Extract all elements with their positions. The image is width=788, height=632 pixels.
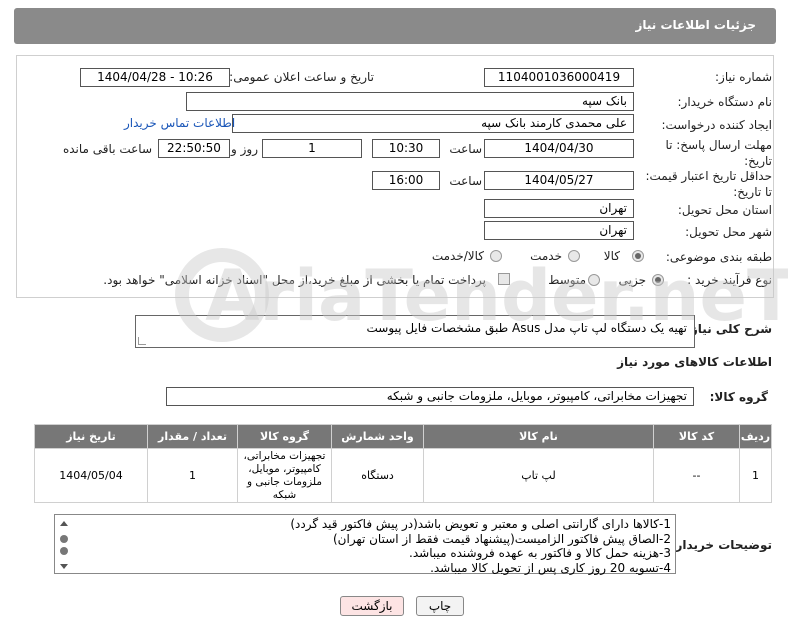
page-title: جزئیات اطلاعات نیاز (635, 18, 756, 32)
treasury-payment-checkbox[interactable] (498, 273, 510, 285)
col-code: کد کالا (653, 424, 740, 449)
announce-label: تاریخ و ساعت اعلان عمومی: (229, 70, 374, 84)
cell-date: 1404/05/04 (34, 448, 148, 503)
col-row: ردیف (739, 424, 772, 449)
creator-label: ایجاد کننده درخواست: (661, 118, 772, 132)
notes-scrollbar[interactable] (57, 517, 71, 573)
deadline-time-field[interactable]: 10:30 (372, 139, 440, 158)
need-number-label: شماره نیاز: (715, 70, 772, 84)
scroll-thumb-icon (60, 547, 68, 555)
cell-row: 1 (739, 448, 772, 503)
category-radio-goods-service[interactable] (490, 250, 502, 262)
table-header-row: ردیف کد کالا نام کالا واحد شمارش گروه کا… (34, 424, 772, 449)
buyer-org-label: نام دستگاه خریدار: (677, 95, 773, 109)
category-option-goods-service: کالا/خدمت (431, 249, 484, 263)
col-date: تاریخ نیاز (34, 424, 148, 449)
notes-line: 1-کالاها دارای گارانتی اصلی و معتبر و تع… (290, 517, 671, 531)
price-validity-label: حداقل تاریخ اعتبار قیمت: تا تاریخ: (645, 169, 772, 199)
col-quantity: تعداد / مقدار (147, 424, 238, 449)
days-label: روز و (231, 142, 258, 156)
notes-line: 2-الصاق پیش فاکتور الزامیست(پیشنهاد قیمت… (332, 531, 671, 546)
days-field[interactable]: 1 (262, 139, 362, 158)
goods-group-field[interactable]: تجهیزات مخابراتی، کامپیوتر، موبایل، ملزو… (166, 387, 694, 406)
description-label: شرح کلی نیاز: (686, 322, 772, 336)
table-row[interactable]: 1 -- لپ تاپ دستگاه تجهیزات مخابراتی، کام… (34, 448, 772, 503)
col-unit: واحد شمارش (331, 424, 424, 449)
category-radio-goods[interactable] (632, 250, 644, 262)
items-table: ردیف کد کالا نام کالا واحد شمارش گروه کا… (34, 424, 772, 503)
category-radio-service[interactable] (568, 250, 580, 262)
deadline-time-label: ساعت (449, 142, 482, 156)
back-button[interactable]: بازگشت (340, 596, 404, 616)
notes-line: 3-هزینه حمل کالا و فاکتور به عهده فروشند… (409, 546, 671, 560)
cell-quantity: 1 (147, 448, 238, 503)
province-field[interactable]: تهران (484, 199, 634, 218)
col-name: نام کالا (423, 424, 654, 449)
announce-field[interactable]: 1404/04/28 - 10:26 (80, 68, 230, 87)
category-option-goods: کالا (603, 249, 620, 263)
city-label: شهر محل تحویل: (685, 225, 772, 239)
scroll-down-icon (60, 564, 68, 569)
price-date-field[interactable]: 1404/05/27 (484, 171, 634, 190)
description-textarea[interactable]: تهیه یک دستگاه لپ تاپ مدل Asus طبق مشخصا… (135, 315, 695, 348)
col-group: گروه کالا (237, 424, 332, 449)
cell-name: لپ تاپ (423, 448, 654, 503)
creator-field[interactable]: علی محمدی کارمند بانک سپه (232, 114, 634, 133)
category-option-service: خدمت (530, 249, 562, 263)
deadline-label: مهلت ارسال پاسخ: تا تاریخ: (665, 138, 772, 168)
process-option-medium: متوسط (548, 273, 586, 287)
notes-textarea[interactable]: 1-کالاها دارای گارانتی اصلی و معتبر و تع… (54, 514, 676, 575)
cell-code: -- (653, 448, 740, 503)
description-text: تهیه یک دستگاه لپ تاپ مدل Asus طبق مشخصا… (366, 321, 688, 335)
process-radio-minor[interactable] (652, 274, 664, 286)
scroll-up-icon (60, 521, 68, 526)
remaining-time-label: ساعت باقی مانده (62, 142, 152, 156)
print-button[interactable]: چاپ (416, 596, 464, 616)
payment-note: پرداخت تمام یا بخشی از مبلغ خرید،از محل … (103, 273, 486, 287)
deadline-date-field[interactable]: 1404/04/30 (484, 139, 634, 158)
notes-text: 1-کالاها دارای گارانتی اصلی و معتبر و تع… (91, 517, 671, 575)
remaining-time-field[interactable]: 22:50:50 (158, 139, 230, 158)
process-radio-medium[interactable] (588, 274, 600, 286)
page-header: جزئیات اطلاعات نیاز (14, 8, 776, 44)
price-time-label: ساعت (449, 174, 482, 188)
province-label: استان محل تحویل: (677, 203, 772, 217)
goods-group-label: گروه کالا: (709, 390, 768, 404)
notes-line: 4-تسویه 20 روز کاری پس از تحویل کالا میب… (430, 560, 671, 575)
category-label: طبقه بندی موضوعی: (665, 250, 772, 264)
cell-unit: دستگاه (331, 448, 424, 503)
city-field[interactable]: تهران (484, 221, 634, 240)
process-label: نوع فرآیند خرید : (687, 273, 772, 287)
cell-group: تجهیزات مخابراتی، کامپیوتر، موبایل، ملزو… (237, 448, 332, 503)
contact-info-link[interactable]: اطلاعات تماس خریدار (124, 116, 235, 130)
goods-section-title: اطلاعات کالاهای مورد نیاز (617, 355, 772, 369)
buyer-org-field[interactable]: بانک سپه (186, 92, 634, 111)
price-time-field[interactable]: 16:00 (372, 171, 440, 190)
resize-grip-icon[interactable] (138, 337, 146, 345)
scroll-thumb-icon (60, 535, 68, 543)
need-number-field[interactable]: 1104001036000419 (484, 68, 634, 87)
notes-label: توضیحات خریدار: (670, 538, 772, 552)
process-option-minor: جزیی (618, 273, 646, 287)
